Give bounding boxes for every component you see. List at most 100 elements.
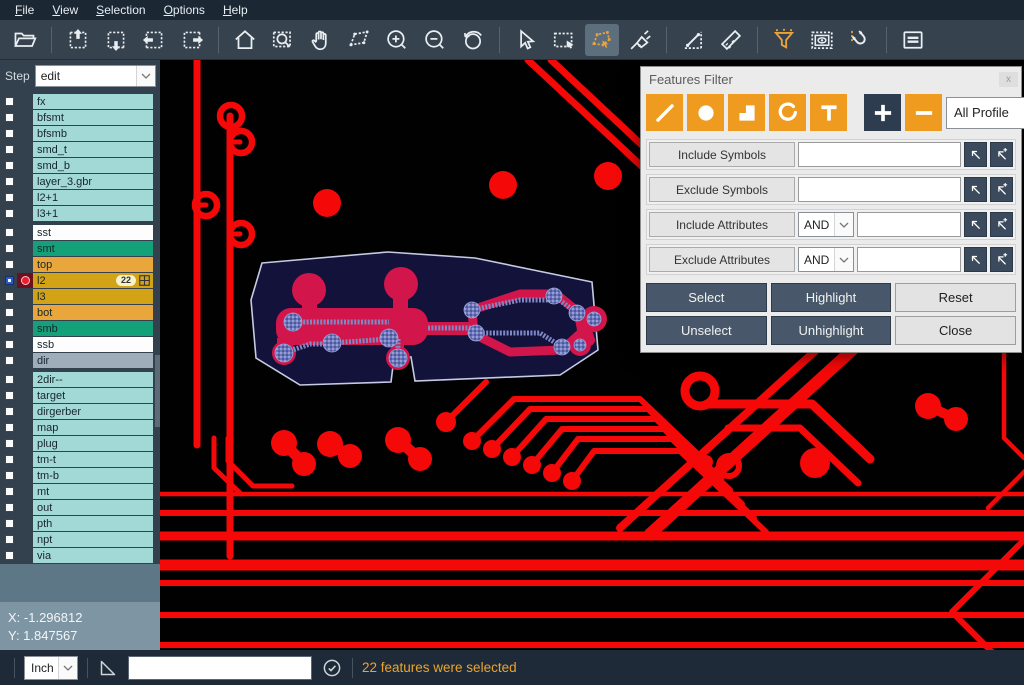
pan-up-icon[interactable]: [61, 24, 95, 56]
layer-name[interactable]: pth: [33, 516, 153, 531]
layer-row-sst[interactable]: sst: [2, 225, 153, 240]
layer-visibility-checkbox[interactable]: [2, 372, 17, 387]
view-options-icon[interactable]: [805, 24, 839, 56]
snap-mode-icon[interactable]: [843, 24, 877, 56]
layer-name[interactable]: via: [33, 548, 153, 563]
dialog-close-icon[interactable]: x: [999, 72, 1018, 87]
layer-visibility-checkbox[interactable]: [2, 142, 17, 157]
layer-visibility-checkbox[interactable]: [2, 500, 17, 515]
step-select[interactable]: edit: [35, 65, 156, 87]
pick-add-icon[interactable]: [990, 212, 1013, 237]
highlight-button[interactable]: Highlight: [771, 283, 892, 312]
layer-name[interactable]: mt: [33, 484, 153, 499]
layer-row-mt[interactable]: mt: [2, 484, 153, 499]
layer-name[interactable]: smd_t: [33, 142, 153, 157]
pan-right-icon[interactable]: [175, 24, 209, 56]
layer-row-l3[interactable]: l3: [2, 289, 153, 304]
layer-name[interactable]: smd_b: [33, 158, 153, 173]
layer-visibility-checkbox[interactable]: [2, 516, 17, 531]
layer-visibility-checkbox[interactable]: [2, 468, 17, 483]
feature-list-icon[interactable]: [896, 24, 930, 56]
layer-visibility-checkbox[interactable]: [2, 225, 17, 240]
select-rectangle-icon[interactable]: [547, 24, 581, 56]
layer-name[interactable]: bot: [33, 305, 153, 320]
layer-visibility-checkbox[interactable]: [2, 110, 17, 125]
layer-row-l3-1[interactable]: l3+1: [2, 206, 153, 221]
layer-visibility-checkbox[interactable]: [2, 420, 17, 435]
menu-options[interactable]: Options: [155, 0, 214, 20]
layer-row-via[interactable]: via: [2, 548, 153, 563]
layer-name[interactable]: dirgerber: [33, 404, 153, 419]
unhighlight-button[interactable]: Unhighlight: [771, 316, 892, 345]
dialog-title-bar[interactable]: Features Filter x: [641, 67, 1021, 92]
layer-visibility-checkbox[interactable]: [2, 404, 17, 419]
exclude-symbols-input[interactable]: [798, 177, 961, 202]
layer-row-target[interactable]: target: [2, 388, 153, 403]
layer-visibility-checkbox[interactable]: [2, 158, 17, 173]
layer-row-bot[interactable]: bot: [2, 305, 153, 320]
zoom-window-icon[interactable]: [266, 24, 300, 56]
layer-visibility-checkbox[interactable]: [2, 321, 17, 336]
zoom-skew-icon[interactable]: [342, 24, 376, 56]
layer-name[interactable]: smb: [33, 321, 153, 336]
exclude-attributes-button[interactable]: Exclude Attributes: [649, 247, 795, 272]
text-filter-toggle[interactable]: [810, 94, 847, 131]
open-folder-icon[interactable]: [8, 24, 42, 56]
negative-polarity-toggle[interactable]: [905, 94, 942, 131]
positive-polarity-toggle[interactable]: [864, 94, 901, 131]
layer-row-npt[interactable]: npt: [2, 532, 153, 547]
layer-visibility-checkbox[interactable]: [2, 484, 17, 499]
layer-row-tm-b[interactable]: tm-b: [2, 468, 153, 483]
exclude-attributes-input[interactable]: [857, 247, 961, 272]
layer-row-layer-3-gbr[interactable]: layer_3.gbr: [2, 174, 153, 189]
operator-select[interactable]: AND: [798, 247, 854, 272]
layer-name[interactable]: l2+1: [33, 190, 153, 205]
close-button[interactable]: Close: [895, 316, 1016, 345]
layer-name[interactable]: npt: [33, 532, 153, 547]
select-arrow-icon[interactable]: [509, 24, 543, 56]
sidebar-scrollbar[interactable]: [155, 355, 160, 427]
layer-visibility-checkbox[interactable]: [2, 94, 17, 109]
layer-visibility-checkbox[interactable]: [2, 190, 17, 205]
layer-name[interactable]: smt: [33, 241, 153, 256]
layer-name[interactable]: top: [33, 257, 153, 272]
layer-visibility-checkbox[interactable]: [2, 388, 17, 403]
select-polygon-icon[interactable]: [585, 24, 619, 56]
layer-visibility-checkbox[interactable]: [2, 206, 17, 221]
clear-selection-icon[interactable]: [623, 24, 657, 56]
pick-add-icon[interactable]: [990, 142, 1013, 167]
menu-help[interactable]: Help: [214, 0, 257, 20]
pan-hand-icon[interactable]: [304, 24, 338, 56]
layer-name[interactable]: l222: [33, 273, 153, 288]
operator-select[interactable]: AND: [798, 212, 854, 237]
layer-name[interactable]: ssb: [33, 337, 153, 352]
home-view-icon[interactable]: [228, 24, 262, 56]
include-attributes-button[interactable]: Include Attributes: [649, 212, 795, 237]
layer-row-tm-t[interactable]: tm-t: [2, 452, 153, 467]
layer-row-l2[interactable]: l222: [2, 273, 153, 288]
layer-name[interactable]: layer_3.gbr: [33, 174, 153, 189]
zoom-out-icon[interactable]: [418, 24, 452, 56]
layer-visibility-checkbox[interactable]: [2, 289, 17, 304]
layer-row-fx[interactable]: fx: [2, 94, 153, 109]
measure-distance-icon[interactable]: [676, 24, 710, 56]
layer-row-smt[interactable]: smt: [2, 241, 153, 256]
layer-name[interactable]: bfsmb: [33, 126, 153, 141]
layer-name[interactable]: out: [33, 500, 153, 515]
zoom-previous-icon[interactable]: [456, 24, 490, 56]
unselect-button[interactable]: Unselect: [646, 316, 767, 345]
layer-row-dir[interactable]: dir: [2, 353, 153, 368]
layer-name[interactable]: map: [33, 420, 153, 435]
layer-visibility-checkbox[interactable]: [2, 337, 17, 352]
zoom-in-icon[interactable]: [380, 24, 414, 56]
layer-visibility-checkbox[interactable]: [2, 305, 17, 320]
layer-row-bfsmb[interactable]: bfsmb: [2, 126, 153, 141]
layer-row-top[interactable]: top: [2, 257, 153, 272]
menu-view[interactable]: View: [43, 0, 87, 20]
layer-row-smd-b[interactable]: smd_b: [2, 158, 153, 173]
layer-name[interactable]: target: [33, 388, 153, 403]
line-filter-toggle[interactable]: [646, 94, 683, 131]
layer-name[interactable]: fx: [33, 94, 153, 109]
pick-from-canvas-icon[interactable]: [964, 212, 987, 237]
layer-row-pth[interactable]: pth: [2, 516, 153, 531]
